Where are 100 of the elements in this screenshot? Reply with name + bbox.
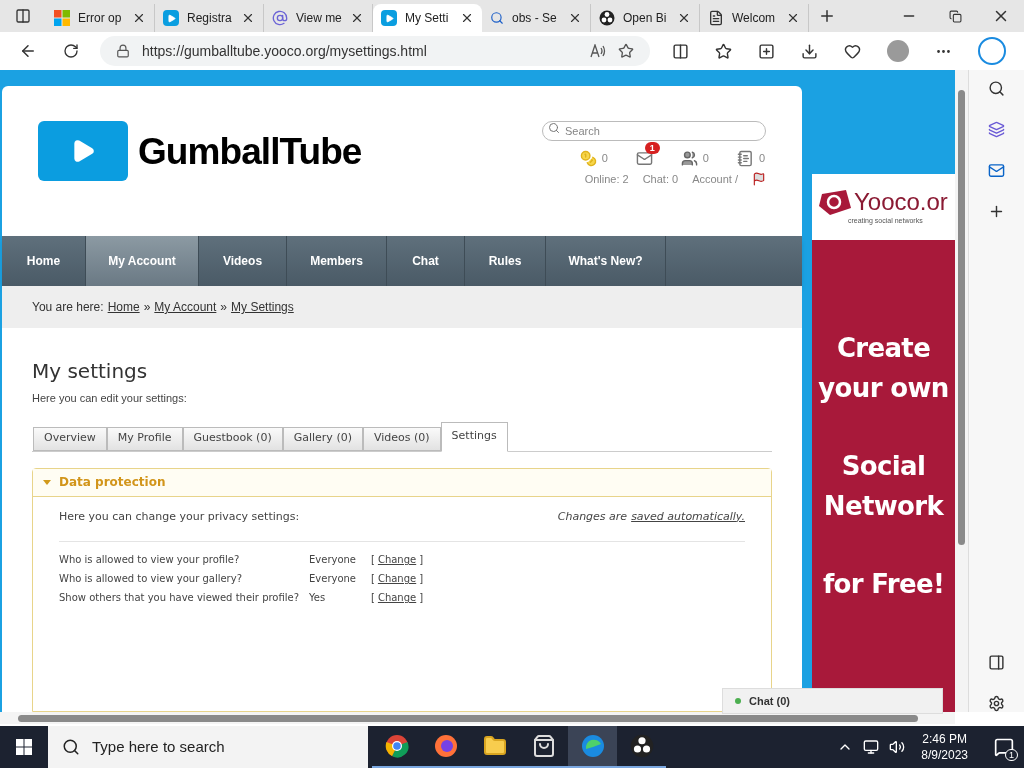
network-icon[interactable] xyxy=(863,739,880,755)
clock-date: 8/9/2023 xyxy=(921,747,968,763)
notebook-icon xyxy=(736,150,754,167)
content-tab[interactable]: Overview xyxy=(33,426,107,451)
vertical-scrollbar[interactable] xyxy=(955,70,968,712)
taskbar-search[interactable]: Type here to search xyxy=(48,726,368,768)
wave-swirl-icon xyxy=(580,734,605,758)
change-link[interactable]: Change xyxy=(377,590,417,605)
search-icon[interactable] xyxy=(988,80,1005,97)
content-tab[interactable]: Settings xyxy=(440,421,508,452)
bracket: [ xyxy=(371,553,375,567)
clock-time: 2:46 PM xyxy=(922,731,967,747)
collections-icon[interactable] xyxy=(758,42,775,60)
ad-brand: Yooco.or xyxy=(854,189,948,214)
mail-icon[interactable] xyxy=(988,162,1005,179)
change-link[interactable]: Change xyxy=(377,552,417,567)
back-icon[interactable] xyxy=(19,42,37,60)
windows-icon xyxy=(54,10,70,26)
setting-question: Who is allowed to view your gallery? xyxy=(59,572,243,586)
setting-question: Who is allowed to view your profile? xyxy=(59,553,241,567)
play-icon xyxy=(163,10,179,26)
play-icon xyxy=(381,10,397,26)
ad-text: Social xyxy=(841,450,926,483)
bracket: ] xyxy=(419,553,424,567)
restore-icon[interactable] xyxy=(948,9,962,23)
browser-tab[interactable]: My Setti xyxy=(373,4,482,32)
tab-actions-icon[interactable] xyxy=(15,8,31,24)
stat-count: 0 xyxy=(758,151,765,167)
mail-icon xyxy=(635,150,653,167)
chrome-icon xyxy=(384,734,409,758)
nav-item[interactable]: My Account xyxy=(86,236,199,286)
lock-icon xyxy=(116,44,130,58)
content-tab[interactable]: Guestbook (0) xyxy=(182,426,283,451)
status-link[interactable]: Chat: 0 xyxy=(642,171,679,188)
bracket: [ xyxy=(371,572,375,586)
start-icon[interactable] xyxy=(16,739,32,755)
reload-icon[interactable] xyxy=(63,43,79,59)
notification-count: 1 xyxy=(1005,749,1018,761)
address-bar[interactable]: https://gumballtube.yooco.org/mysettings.html xyxy=(100,36,650,66)
add-icon[interactable] xyxy=(988,203,1005,220)
breadcrumb-link[interactable]: My Account xyxy=(154,298,217,316)
change-link[interactable]: Change xyxy=(377,571,417,586)
read-aloud-icon[interactable] xyxy=(590,44,606,58)
profile-avatar[interactable] xyxy=(887,40,909,62)
ad-text: your own xyxy=(818,372,949,405)
bracket: ] xyxy=(419,572,424,586)
breadcrumb-separator: » xyxy=(220,299,228,316)
favorites-icon[interactable] xyxy=(715,42,732,60)
close-icon[interactable] xyxy=(132,11,146,25)
notifications-icon[interactable] xyxy=(994,737,1014,757)
volume-icon[interactable] xyxy=(889,739,906,755)
split-screen-icon[interactable] xyxy=(672,42,689,60)
autosave-link[interactable]: saved automatically. xyxy=(631,508,745,525)
content-tab[interactable]: My Profile xyxy=(106,426,183,451)
breadcrumb-label: You are here: xyxy=(32,299,104,316)
close-icon[interactable] xyxy=(568,11,582,25)
close-icon[interactable] xyxy=(241,11,255,25)
flag-icon[interactable] xyxy=(752,172,766,187)
site-logo: GumballTube xyxy=(138,132,362,170)
search-field[interactable]: Search xyxy=(542,121,766,141)
circle-swirl-icon xyxy=(599,10,615,26)
caret-icon xyxy=(43,479,51,485)
close-icon[interactable] xyxy=(677,11,691,25)
setting-value: Yes xyxy=(309,591,327,605)
chat-bar[interactable]: Chat (0) xyxy=(722,688,943,714)
close-icon[interactable] xyxy=(786,11,800,25)
new-tab-icon[interactable] xyxy=(818,7,836,25)
status-link[interactable]: Online: 2 xyxy=(584,171,629,188)
content-tab[interactable]: Videos (0) xyxy=(362,426,441,451)
autosave-note: Changes are xyxy=(557,508,628,525)
circle-swirl-icon xyxy=(629,734,654,758)
knot-logo-icon xyxy=(818,187,852,216)
coins-icon xyxy=(579,150,597,167)
close-icon[interactable] xyxy=(460,11,474,25)
settings-icon[interactable] xyxy=(988,695,1005,712)
breadcrumb-separator: » xyxy=(143,299,151,316)
layers-icon[interactable] xyxy=(988,121,1005,138)
content-tab[interactable]: Gallery (0) xyxy=(282,426,363,451)
notification-badge: 1 xyxy=(644,142,660,154)
shopping-bag-icon xyxy=(531,734,556,758)
favorite-icon[interactable] xyxy=(618,43,634,59)
panel-icon[interactable] xyxy=(988,654,1005,671)
setting-question: Show others that you have viewed their profile? xyxy=(59,591,301,605)
download-icon[interactable] xyxy=(801,42,818,60)
breadcrumb-link[interactable]: Home xyxy=(107,298,140,316)
search-icon xyxy=(490,11,504,25)
close-icon[interactable] xyxy=(350,11,364,25)
at-sign-icon xyxy=(272,10,288,26)
status-link[interactable]: Account / xyxy=(692,171,738,188)
horizontal-scrollbar[interactable] xyxy=(0,712,955,724)
ad-text: Create xyxy=(836,332,931,365)
stat-count: 0 xyxy=(601,151,608,167)
bracket: ] xyxy=(419,591,424,605)
folder-icon xyxy=(482,734,507,758)
search-icon xyxy=(62,738,80,756)
section-intro: Here you can change your privacy settings: xyxy=(59,508,300,525)
stat-count: 0 xyxy=(702,151,709,167)
ad-text: Network xyxy=(823,490,944,523)
breadcrumb-link[interactable]: My Settings xyxy=(231,298,294,316)
page-title: My settings xyxy=(32,358,149,384)
